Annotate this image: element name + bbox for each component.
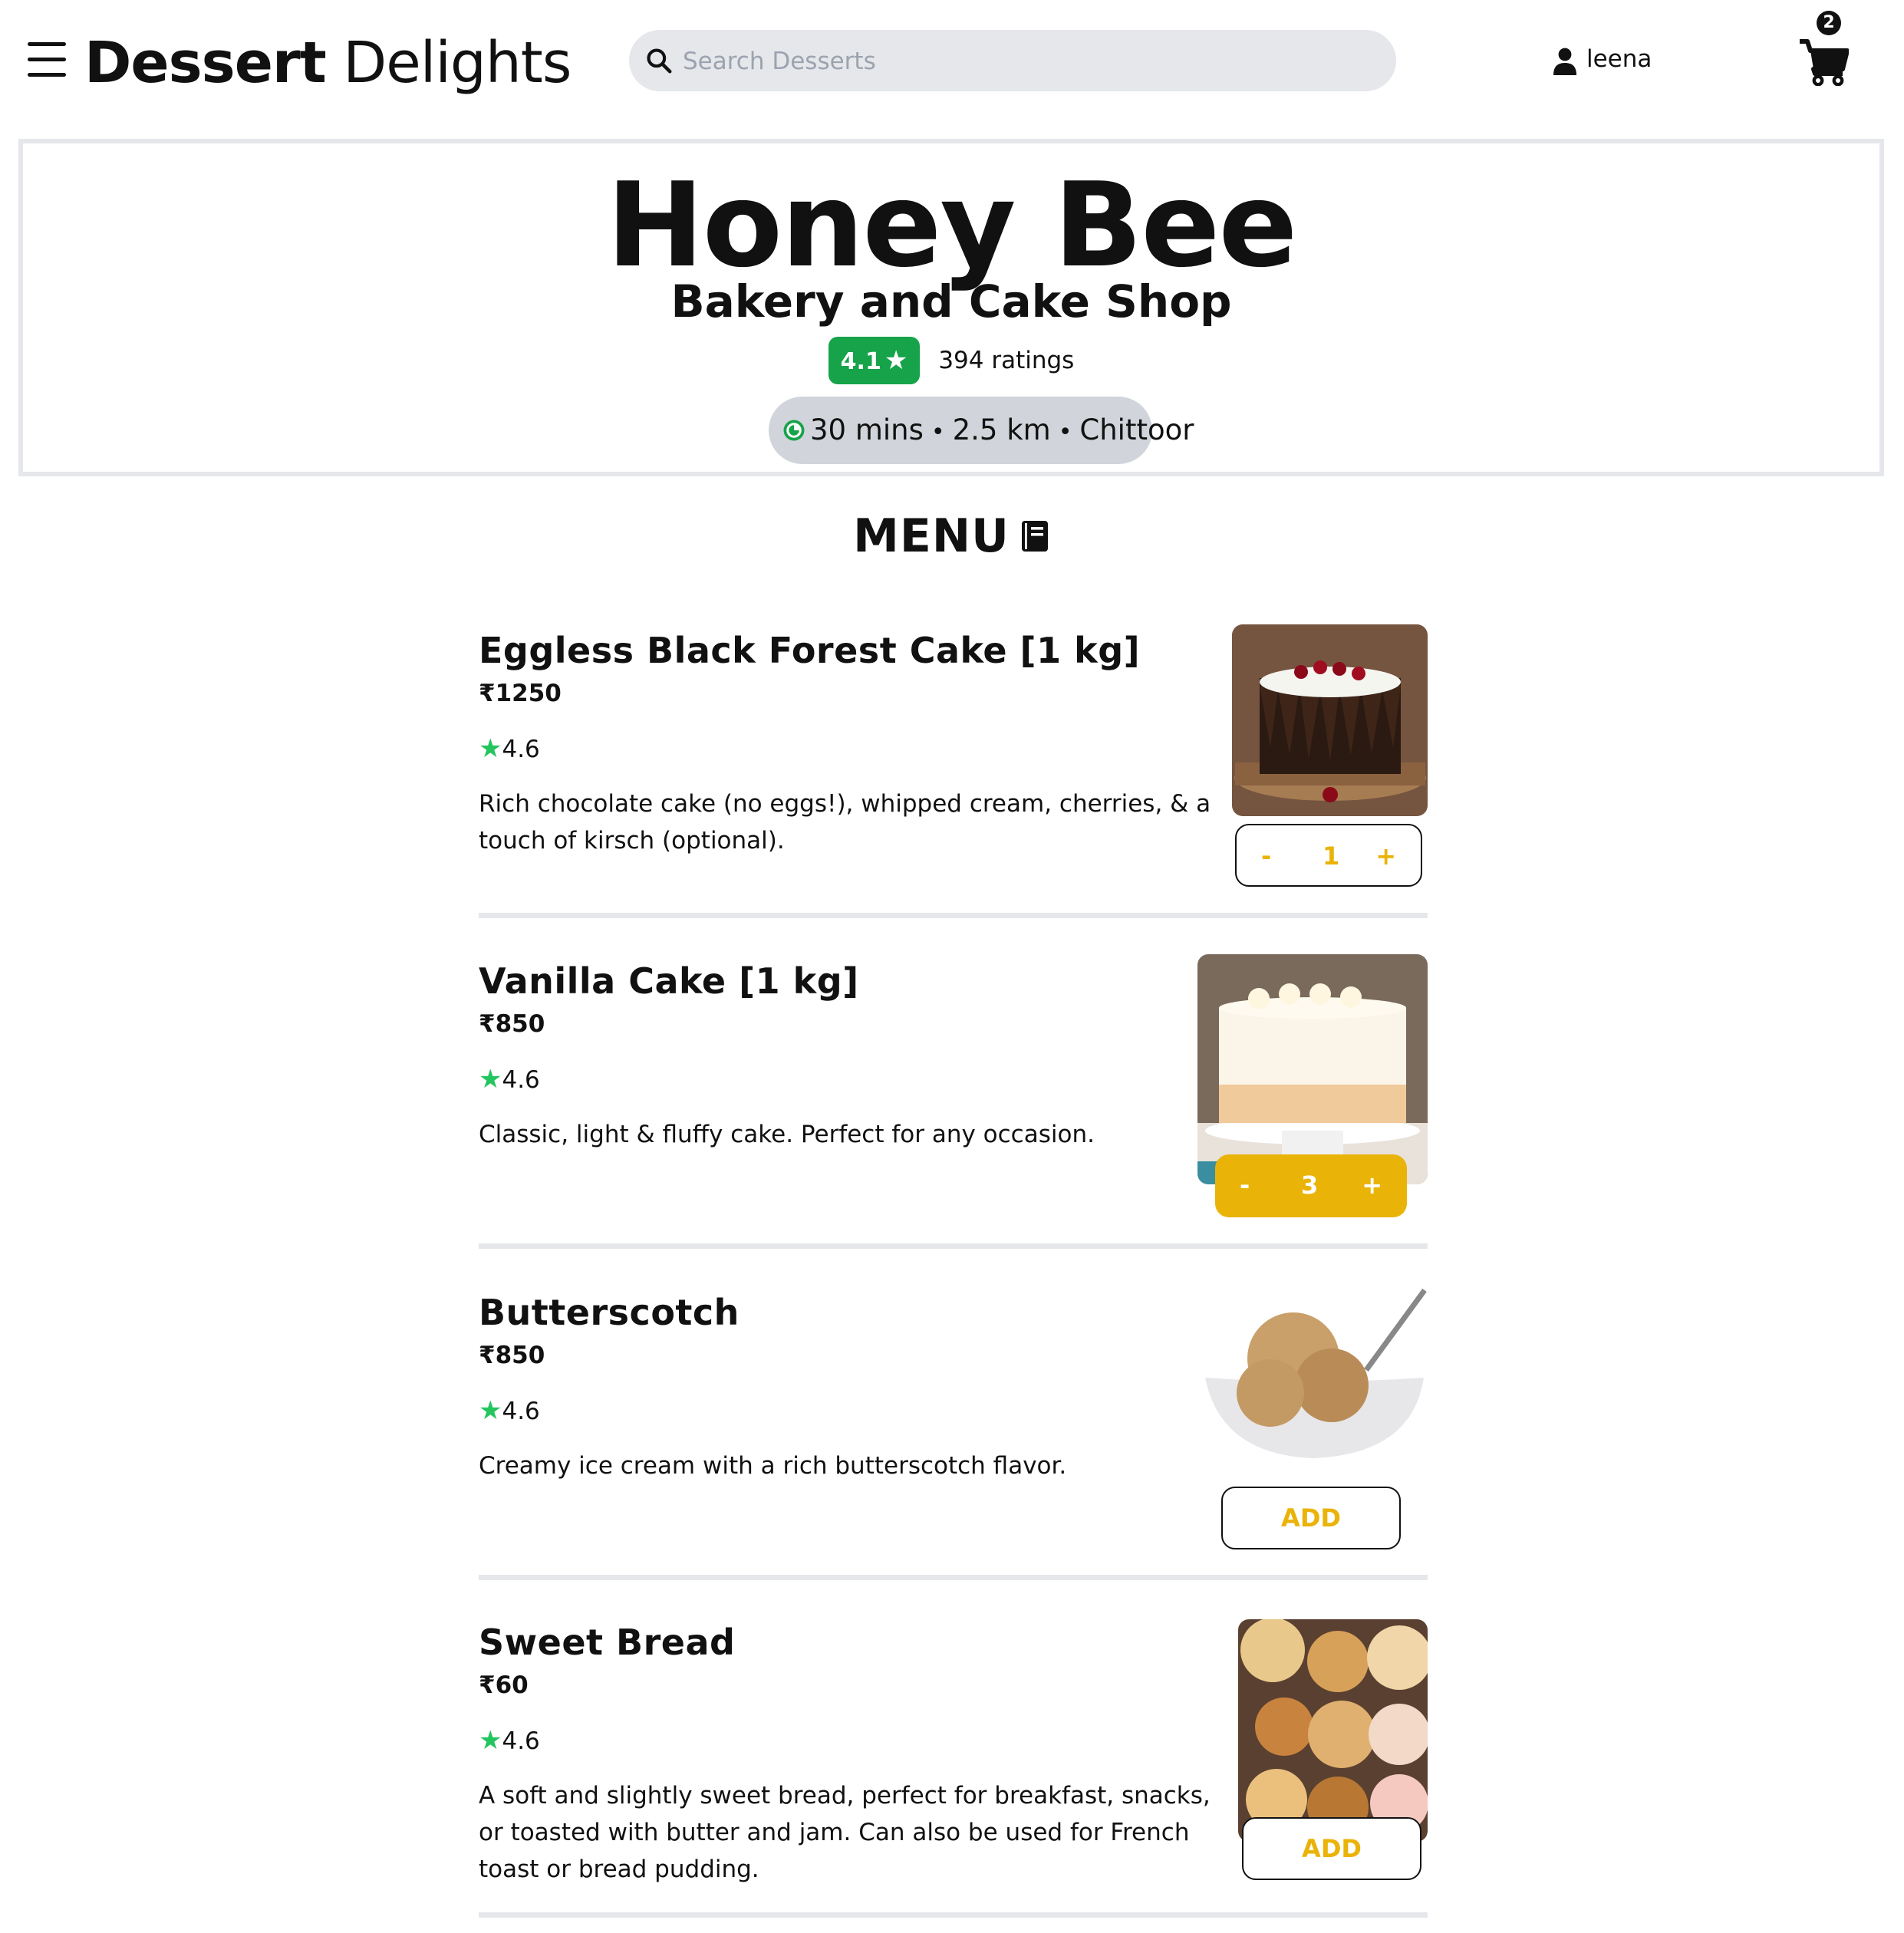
menu-item: Eggless Black Forest Cake [1 kg] ₹1250 ★… <box>479 624 1428 919</box>
item-price: ₹850 <box>479 1010 545 1038</box>
dish-image-sweet-bread <box>1238 1619 1428 1842</box>
item-price: ₹850 <box>479 1342 545 1369</box>
menu-line <box>28 42 66 46</box>
add-button[interactable]: ADD <box>1242 1817 1421 1880</box>
cart-count-badge: 2 <box>1817 11 1841 35</box>
rating-row: 4.1 ★ 394 ratings <box>23 337 1879 384</box>
user-name: leena <box>1586 45 1652 73</box>
item-description: Rich chocolate cake (no eggs!), whipped … <box>479 790 1211 855</box>
increase-button[interactable]: + <box>1362 1154 1382 1216</box>
quantity-stepper[interactable]: - 1 + <box>1235 824 1422 887</box>
item-rating: ★4.6 <box>479 733 540 764</box>
decrease-button[interactable]: - <box>1261 825 1271 887</box>
menu-item: Sweet Bread ₹60 ★4.6 A soft and slightly… <box>479 1619 1428 1918</box>
increase-button[interactable]: + <box>1375 825 1396 887</box>
search-icon <box>647 48 672 74</box>
item-description: Classic, light & fluffy cake. Perfect fo… <box>479 1121 1095 1148</box>
rating-value: 4.1 <box>840 348 881 375</box>
star-icon: ★ <box>479 1064 502 1095</box>
location: Chittoor <box>1079 413 1194 446</box>
star-icon: ★ <box>884 345 908 376</box>
item-rating-value: 4.6 <box>502 1398 540 1425</box>
quantity-value: 1 <box>1323 841 1340 871</box>
item-price: ₹1250 <box>479 680 562 707</box>
item-divider <box>479 1575 1428 1580</box>
item-rating-value: 4.6 <box>502 736 540 763</box>
menu-line <box>28 73 66 77</box>
delivery-info-pill: 30 mins • 2.5 km • Chittoor <box>769 397 1194 464</box>
cart-icon <box>1800 39 1849 86</box>
item-rating-value: 4.6 <box>502 1727 540 1755</box>
rating-count: 394 ratings <box>938 347 1075 374</box>
quantity-value: 3 <box>1301 1171 1319 1200</box>
item-title: Butterscotch <box>479 1292 740 1333</box>
star-icon: ★ <box>479 1395 502 1426</box>
item-rating: ★4.6 <box>479 1064 540 1095</box>
rating-badge: 4.1 ★ <box>828 337 921 384</box>
cart-button[interactable]: 2 <box>1800 11 1853 87</box>
star-icon: ★ <box>479 1725 502 1756</box>
hamburger-menu-icon[interactable] <box>28 42 66 77</box>
menu-title-text: MENU <box>853 509 1010 563</box>
item-description: A soft and slightly sweet bread, perfect… <box>479 1782 1211 1883</box>
user-icon <box>1553 48 1576 75</box>
star-icon: ★ <box>479 733 502 764</box>
separator-dot: • <box>1058 419 1072 446</box>
dish-image-butterscotch <box>1197 1286 1428 1470</box>
dish-image-vanilla-cake <box>1197 954 1428 1184</box>
item-divider <box>479 1912 1428 1918</box>
item-rating: ★4.6 <box>479 1395 540 1426</box>
app-logo[interactable]: Dessert Delights <box>84 25 572 101</box>
menu-item: Butterscotch ₹850 ★4.6 Creamy ice cream … <box>479 1286 1428 1581</box>
delivery-info-text: 30 mins • 2.5 km • Chittoor <box>810 397 1194 466</box>
add-button[interactable]: ADD <box>1221 1487 1401 1549</box>
distance: 2.5 km <box>952 413 1051 446</box>
item-rating: ★4.6 <box>479 1725 540 1756</box>
item-divider <box>479 913 1428 918</box>
item-title: Vanilla Cake [1 kg] <box>479 960 859 1002</box>
menu-item: Vanilla Cake [1 kg] ₹850 ★4.6 Classic, l… <box>479 954 1428 1250</box>
brand-bold-text: Dessert <box>84 30 327 96</box>
menu-line <box>28 58 66 61</box>
item-title: Sweet Bread <box>479 1622 736 1663</box>
item-divider <box>479 1243 1428 1249</box>
item-description: Creamy ice cream with a rich butterscotc… <box>479 1452 1067 1480</box>
decrease-button[interactable]: - <box>1240 1154 1250 1216</box>
restaurant-info-card: Honey Bee Bakery and Cake Shop 4.1 ★ 394 … <box>18 139 1884 476</box>
search-bar <box>629 30 1396 93</box>
item-rating-value: 4.6 <box>502 1066 540 1094</box>
brand-light-text: Delights <box>343 30 572 96</box>
menu-heading: MENU <box>0 505 1904 568</box>
restaurant-type: Bakery and Cake Shop <box>670 275 1232 328</box>
delivery-time: 30 mins <box>810 413 924 446</box>
search-input[interactable] <box>681 30 1375 93</box>
quantity-stepper[interactable]: - 3 + <box>1215 1154 1407 1217</box>
item-price: ₹60 <box>479 1671 529 1699</box>
timer-icon <box>783 420 805 441</box>
item-title: Eggless Black Forest Cake [1 kg] <box>479 630 1141 671</box>
book-icon <box>1021 521 1048 552</box>
dish-image-black-forest-cake <box>1232 624 1428 816</box>
separator-dot: • <box>931 419 945 446</box>
